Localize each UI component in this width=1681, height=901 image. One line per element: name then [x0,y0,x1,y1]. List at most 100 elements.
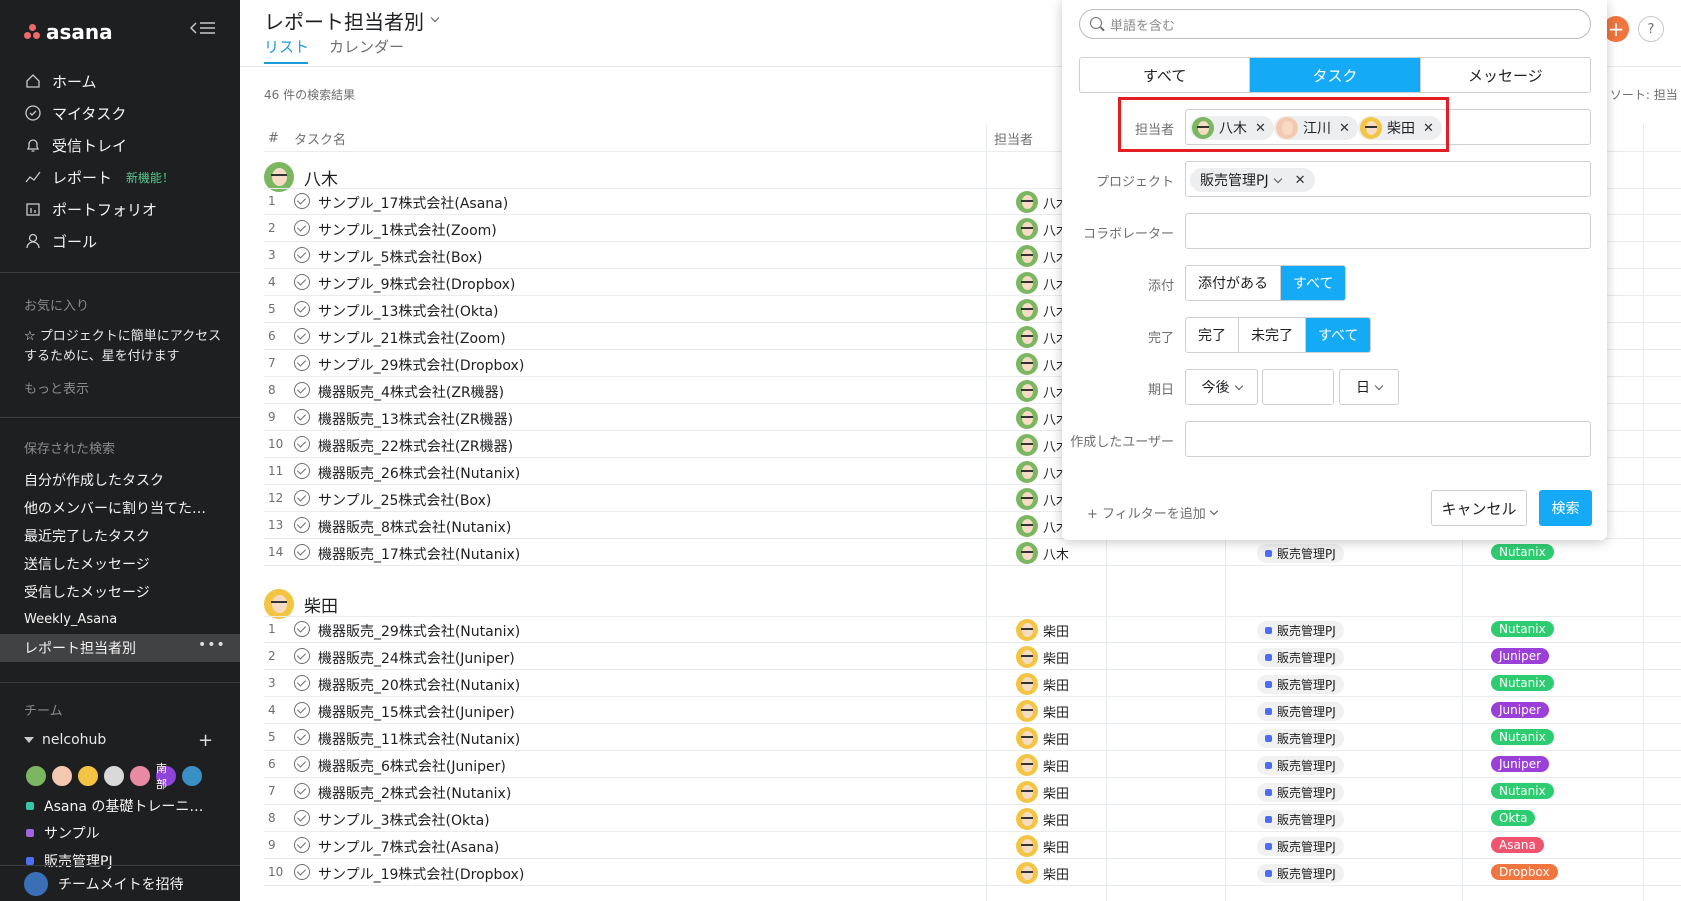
task-tag[interactable]: Dropbox [1491,864,1558,880]
completion-option-all[interactable]: すべて [1306,318,1371,352]
task-name[interactable]: サンプル_5株式会社(Box) [318,247,482,267]
creator-field[interactable] [1185,421,1591,457]
sort-button[interactable]: ⇅ ソート: 担当 [1596,86,1678,103]
task-name[interactable]: 機器販売_2株式会社(Nutanix) [318,783,511,803]
search-input[interactable]: 単語を含む [1079,9,1591,39]
task-project-pill[interactable]: 販売管理PJ [1257,837,1344,856]
saved-search-item[interactable]: 送信したメッセージ [24,554,214,574]
nav-reports[interactable]: レポート 新機能！ [24,164,174,190]
task-name[interactable]: サンプル_19株式会社(Dropbox) [318,864,524,884]
nav-my-tasks[interactable]: マイタスク [24,100,126,126]
task-project-pill[interactable]: 販売管理PJ [1257,648,1344,667]
task-name[interactable]: 機器販売_22株式会社(ZR機器) [318,436,513,456]
complete-task-icon[interactable] [294,220,310,236]
tab-list[interactable]: リスト [264,36,309,57]
member-avatar[interactable] [76,764,100,788]
task-name[interactable]: 機器販売_4株式会社(ZR機器) [318,382,504,402]
task-row[interactable]: 5 機器販売_11株式会社(Nutanix) 柴田 販売管理PJ Nutanix [264,724,1681,751]
complete-task-icon[interactable] [294,544,310,560]
task-name[interactable]: サンプル_1株式会社(Zoom) [318,220,497,240]
project-field[interactable]: 販売管理PJ ✕ [1185,161,1591,197]
task-name[interactable]: 機器販売_11株式会社(Nutanix) [318,729,520,749]
more-options-icon[interactable]: ••• [198,637,226,653]
invite-teammates-button[interactable]: チームメイトを招待 [0,865,240,901]
complete-task-icon[interactable] [294,193,310,209]
task-assignee[interactable]: 柴田 [1016,700,1069,722]
member-avatar[interactable] [102,764,126,788]
nav-home[interactable]: ホーム [24,68,97,94]
complete-task-icon[interactable] [294,301,310,317]
complete-task-icon[interactable] [294,837,310,853]
complete-task-icon[interactable] [294,864,310,880]
saved-search-item[interactable]: 他のメンバーに割り当てた… [24,498,214,518]
nav-portfolio[interactable]: ポートフォリオ [24,196,157,222]
attachment-option-all[interactable]: すべて [1281,266,1346,300]
task-project-pill[interactable]: 販売管理PJ [1257,783,1344,802]
remove-icon[interactable]: ✕ [1295,173,1306,188]
attachment-option-has[interactable]: 添付がある [1186,266,1281,300]
saved-search-item[interactable]: Weekly_Asana [24,612,214,627]
task-row[interactable]: 1 機器販売_29株式会社(Nutanix) 柴田 販売管理PJ Nutanix [264,616,1681,643]
task-row[interactable]: 10 サンプル_19株式会社(Dropbox) 柴田 販売管理PJ Dropbox [264,859,1681,886]
task-tag[interactable]: Juniper [1491,702,1550,718]
saved-search-item[interactable]: 最近完了したタスク [24,526,214,546]
task-row[interactable]: 2 機器販売_24株式会社(Juniper) 柴田 販売管理PJ Juniper [264,643,1681,670]
task-name[interactable]: 機器販売_26株式会社(Nutanix) [318,463,520,483]
task-project-pill[interactable]: 販売管理PJ [1257,702,1344,721]
task-project-pill[interactable]: 販売管理PJ [1257,756,1344,775]
complete-task-icon[interactable] [294,247,310,263]
complete-task-icon[interactable] [294,621,310,637]
complete-task-icon[interactable] [294,702,310,718]
collaborator-field[interactable] [1185,213,1591,249]
complete-task-icon[interactable] [294,409,310,425]
saved-search-item-active[interactable]: レポート担当者別 [24,638,214,658]
task-project-pill[interactable]: 販売管理PJ [1257,544,1344,563]
task-name[interactable]: サンプル_17株式会社(Asana) [318,193,508,213]
member-avatar[interactable]: 南部 [154,762,178,791]
sidebar-project[interactable]: サンプル [26,823,100,843]
task-name[interactable]: 機器販売_24株式会社(Juniper) [318,648,515,668]
completion-option-undone[interactable]: 未完了 [1239,318,1306,352]
task-assignee[interactable]: 柴田 [1016,781,1069,803]
task-name[interactable]: 機器販売_20株式会社(Nutanix) [318,675,520,695]
task-tag[interactable]: Nutanix [1491,675,1554,691]
column-header-task[interactable]: タスク名 [294,124,346,152]
show-more-link[interactable]: もっと表示 [24,378,89,397]
project-chip[interactable]: 販売管理PJ ✕ [1190,168,1316,192]
task-project-pill[interactable]: 販売管理PJ [1257,621,1344,640]
complete-task-icon[interactable] [294,648,310,664]
help-button[interactable]: ? [1638,16,1664,42]
complete-task-icon[interactable] [294,756,310,772]
task-assignee[interactable]: 八木 [1016,542,1069,564]
due-number-input[interactable] [1262,369,1334,405]
complete-task-icon[interactable] [294,490,310,506]
task-tag[interactable]: Juniper [1491,756,1550,772]
task-project-pill[interactable]: 販売管理PJ [1257,864,1344,883]
task-assignee[interactable]: 柴田 [1016,646,1069,668]
search-type-tasks[interactable]: タスク [1250,58,1421,92]
cancel-button[interactable]: キャンセル [1431,490,1527,526]
completion-option-done[interactable]: 完了 [1186,318,1239,352]
team-toggle[interactable]: nelcohub [24,732,106,748]
add-filter-button[interactable]: + フィルターを追加 [1087,503,1219,522]
chevron-down-icon[interactable] [1273,174,1282,183]
task-row[interactable]: 9 サンプル_7株式会社(Asana) 柴田 販売管理PJ Asana [264,832,1681,859]
task-row[interactable]: 8 サンプル_3株式会社(Okta) 柴田 販売管理PJ Okta [264,805,1681,832]
due-unit-select[interactable]: 日 [1339,369,1399,405]
task-tag[interactable]: Nutanix [1491,729,1554,745]
complete-task-icon[interactable] [294,810,310,826]
task-name[interactable]: 機器販売_29株式会社(Nutanix) [318,621,520,641]
task-tag[interactable]: Asana [1491,837,1544,853]
task-row[interactable]: 4 機器販売_15株式会社(Juniper) 柴田 販売管理PJ Juniper [264,697,1681,724]
task-name[interactable]: サンプル_3株式会社(Okta) [318,810,490,830]
task-assignee[interactable]: 柴田 [1016,835,1069,857]
complete-task-icon[interactable] [294,355,310,371]
saved-search-item[interactable]: 受信したメッセージ [24,582,214,602]
task-project-pill[interactable]: 販売管理PJ [1257,810,1344,829]
task-assignee[interactable]: 柴田 [1016,862,1069,884]
task-row[interactable]: 3 機器販売_20株式会社(Nutanix) 柴田 販売管理PJ Nutanix [264,670,1681,697]
task-name[interactable]: サンプル_25株式会社(Box) [318,490,491,510]
search-type-all[interactable]: すべて [1080,58,1251,92]
collapse-sidebar-icon[interactable] [189,20,218,40]
task-project-pill[interactable]: 販売管理PJ [1257,729,1344,748]
